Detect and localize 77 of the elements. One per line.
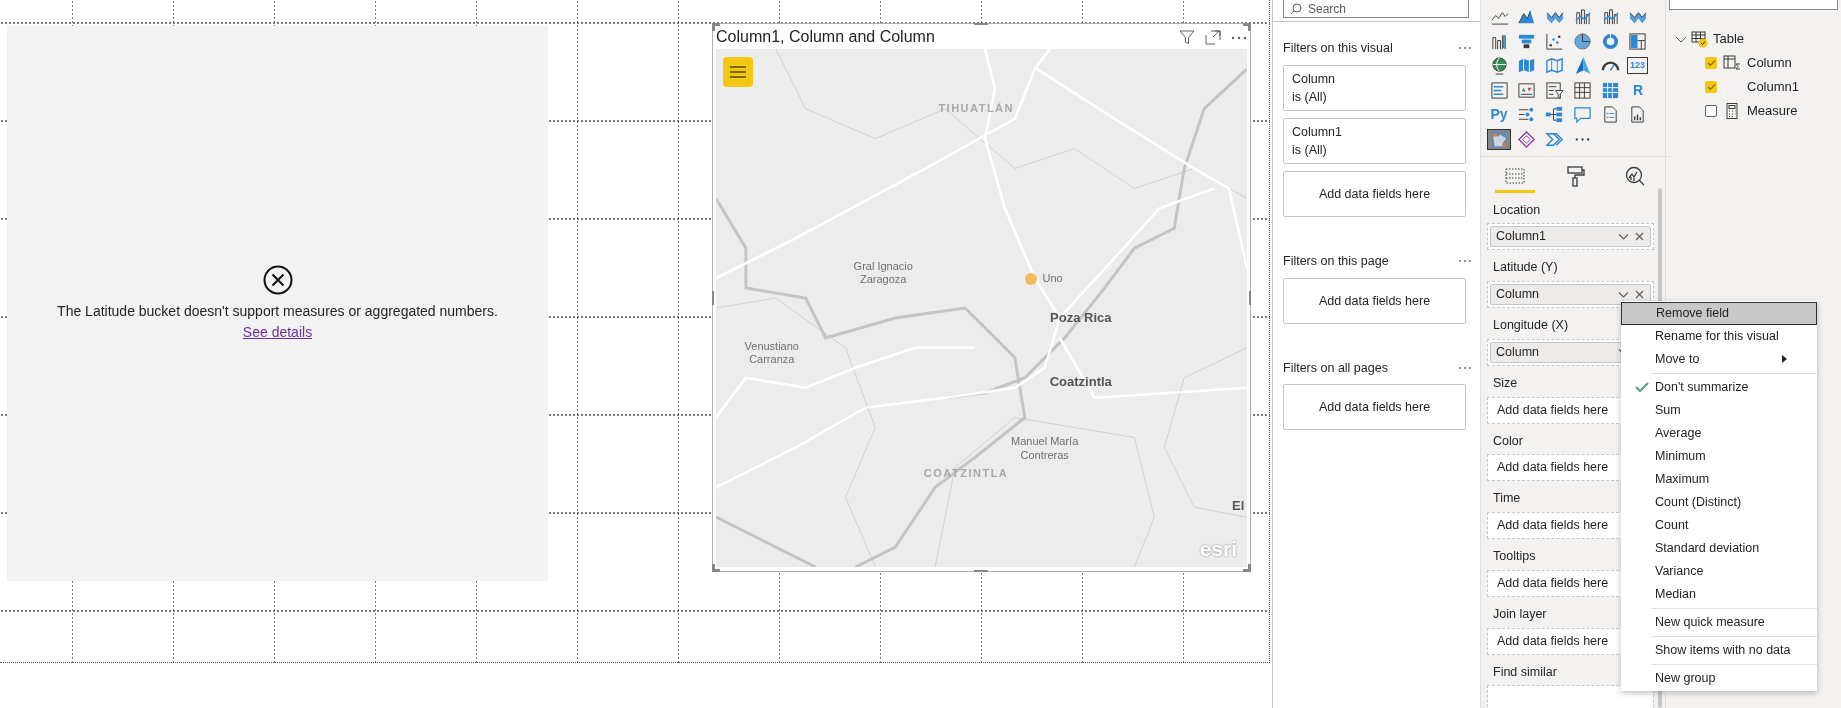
close-icon[interactable] xyxy=(1634,231,1645,243)
focus-mode-icon[interactable] xyxy=(1205,28,1221,45)
field-name: Column1 xyxy=(1496,228,1548,246)
checkbox[interactable] xyxy=(1705,105,1717,117)
well-label: Find similar xyxy=(1493,663,1557,681)
section-title: Filters on all pages xyxy=(1283,359,1388,377)
filter-card[interactable]: Column is (All) xyxy=(1283,64,1466,111)
map-label: Gral Ignacio Zaragoza xyxy=(852,260,914,287)
map-label: Poza Rica xyxy=(1050,310,1112,326)
menu-item[interactable]: Move to xyxy=(1621,348,1817,371)
filter-condition: is (All) xyxy=(1292,141,1328,159)
map-label: Manuel María Contreras xyxy=(1010,435,1080,462)
error-icon xyxy=(262,264,293,295)
filter-field-name: Column xyxy=(1292,70,1337,88)
resize-handle[interactable] xyxy=(712,291,714,305)
chevron-down-icon[interactable] xyxy=(1618,290,1629,299)
submenu-arrow-icon xyxy=(1782,355,1787,363)
map-label: Uno xyxy=(1042,272,1063,286)
calculator-icon xyxy=(1723,103,1741,119)
magnifier-icon[interactable] xyxy=(1624,164,1646,187)
filter-card[interactable]: Column1 is (All) xyxy=(1283,117,1466,164)
close-icon[interactable] xyxy=(1634,289,1645,300)
well-label: Latitude (Y) xyxy=(1493,259,1558,277)
resize-handle[interactable] xyxy=(974,23,988,25)
field-name: Column xyxy=(1496,343,1541,361)
section-title: Filters on this page xyxy=(1283,252,1389,270)
filter-icon[interactable] xyxy=(1179,28,1195,45)
field-name[interactable]: Column1 xyxy=(1747,77,1800,97)
menu-item[interactable]: Average xyxy=(1621,422,1817,445)
drop-zone[interactable]: Add data fields here xyxy=(1283,277,1466,324)
search-icon xyxy=(1290,2,1302,15)
field-name: Column xyxy=(1496,286,1541,304)
menu-item[interactable]: Remove field xyxy=(1621,302,1817,325)
menu-button[interactable] xyxy=(723,57,753,87)
search-placeholder: Search xyxy=(1308,0,1347,18)
more-options-icon[interactable] xyxy=(1458,258,1472,265)
map-label: Coatzintla xyxy=(1049,373,1112,390)
drop-zone[interactable]: Add data fields here xyxy=(1283,384,1466,431)
field-name[interactable]: Column xyxy=(1747,53,1792,73)
more-options-icon[interactable] xyxy=(1458,45,1472,52)
filter-condition: is (All) xyxy=(1292,88,1328,106)
menu-icon[interactable] xyxy=(730,65,746,79)
map-label: Venustiano Carranza xyxy=(743,339,800,367)
resize-handle[interactable] xyxy=(974,570,988,572)
map-label: El xyxy=(1232,498,1245,515)
sigma-table-icon xyxy=(1723,55,1741,71)
filter-field-name: Column1 xyxy=(1292,123,1344,141)
map-label: COATZINTLA xyxy=(923,467,1009,481)
chevron-down-icon[interactable] xyxy=(1618,232,1629,241)
well-label: Join layer xyxy=(1493,605,1547,623)
more-options-icon[interactable] xyxy=(1458,364,1472,371)
see-details-link[interactable]: See details xyxy=(242,323,313,340)
map-icon[interactable] xyxy=(1487,128,1511,150)
menu-item[interactable]: New group xyxy=(1621,667,1817,690)
menu-item[interactable]: Count (Distinct) xyxy=(1621,491,1817,514)
map-label: TIHUATLÁN xyxy=(938,101,1014,116)
search-field[interactable] xyxy=(1669,0,1838,10)
menu-item[interactable]: Don't summarize xyxy=(1621,376,1817,399)
paint-roller-icon[interactable] xyxy=(1564,164,1586,187)
well-label: Time xyxy=(1493,490,1521,508)
error-message: The Latitude bucket doesn't support measures or aggregated numbers. See details xyxy=(56,301,499,342)
well-label: Color xyxy=(1493,432,1523,450)
well-label: Tooltips xyxy=(1493,548,1536,565)
visual-title: Column1, Column and Column xyxy=(716,26,936,47)
drop-zone[interactable]: Add data fields here xyxy=(1283,170,1466,217)
section-title: Filters on this visual xyxy=(1283,40,1393,57)
resize-handle[interactable] xyxy=(1249,291,1251,305)
well-label: Location xyxy=(1493,201,1541,219)
checkmark-icon xyxy=(1635,381,1649,393)
field-pill[interactable]: Column xyxy=(1490,284,1651,305)
well-label: Size xyxy=(1493,374,1518,392)
menu-item[interactable]: Standard deviation xyxy=(1621,537,1817,560)
well-label: Longitude (X) xyxy=(1493,317,1569,334)
field-name[interactable]: Measure xyxy=(1747,101,1798,121)
field-pill[interactable]: Column1 xyxy=(1490,226,1651,248)
search-field[interactable]: Search xyxy=(1283,0,1469,18)
table-name[interactable]: Table xyxy=(1713,29,1745,49)
